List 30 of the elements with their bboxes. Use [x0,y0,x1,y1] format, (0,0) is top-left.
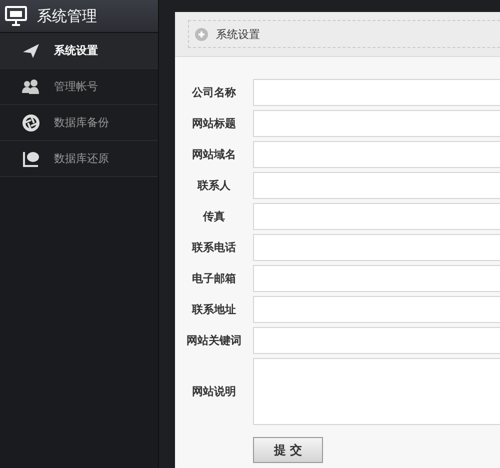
field-label: 联系电话 [190,240,237,255]
field-label: 电子邮箱 [191,271,237,286]
field-label: 公司名称 [190,85,237,100]
input-field[interactable] [253,265,500,292]
field-label: 网站说明 [191,384,237,399]
field-label: 网站关键词 [186,333,242,348]
paper-plane-icon [22,42,40,58]
breadcrumb-title: 系统设置 [216,26,260,42]
field-label: 联系地址 [190,302,237,317]
monitor-icon [5,6,27,26]
sidebar-title: 系统管理 [37,6,97,26]
field-label: 传真 [202,209,226,224]
submit-button[interactable]: 提 交 [253,437,323,463]
chat-icon [22,150,40,168]
input-field[interactable] [253,172,500,199]
aperture-icon [22,114,40,132]
text-area[interactable] [253,358,500,425]
input-field[interactable] [253,234,500,261]
input-field[interactable] [253,110,500,137]
plus-circle-icon [195,28,208,40]
field-label: 网站域名 [191,147,237,162]
input-field[interactable] [253,203,500,230]
users-icon [22,78,40,94]
input-field[interactable] [253,296,500,323]
field-label: 网站标题 [191,116,237,131]
input-field[interactable] [253,79,500,106]
sidebar-item[interactable]: 系统设置 [0,33,158,69]
field-label: 联系人 [196,178,232,193]
input-field[interactable] [253,327,500,354]
input-field[interactable] [253,141,500,168]
